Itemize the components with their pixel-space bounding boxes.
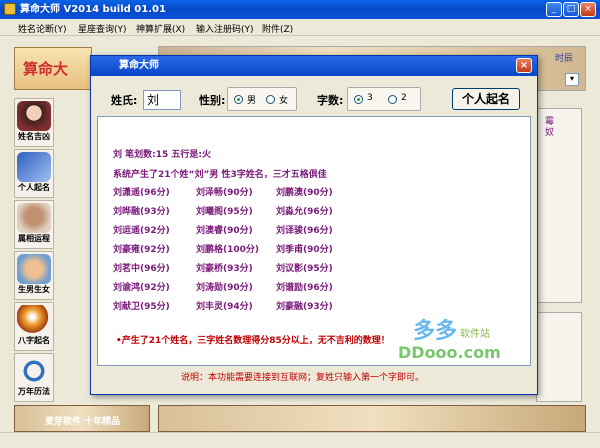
watermark-logo: 多多 (413, 319, 458, 344)
name-results-panel: 刘 笔划数:15 五行是:火 系统产生了21个姓“刘”男 性3字姓名，三才五格俱… (97, 116, 531, 366)
chars-2-label: 2 (401, 93, 407, 103)
surname-label: 姓氏: (111, 94, 138, 107)
app-icon (4, 3, 16, 15)
window-title: 算命大师 V2014 build 01.01 (20, 4, 166, 15)
gender-female-label: 女 (279, 96, 289, 106)
chars-label: 字数: (317, 94, 344, 107)
hour-label: 时辰 (555, 54, 574, 64)
chars-3-radio[interactable] (354, 95, 363, 104)
sidebar-item-label: 姓名吉凶 (18, 132, 50, 141)
minimize-button[interactable]: _ (546, 2, 562, 17)
generate-names-button[interactable]: 个人起名 (452, 88, 520, 110)
sidebar-item-label: 万年历法 (18, 387, 50, 396)
sidebar: 姓名吉凶 个人起名 属相运程 生男生女 八字起名 万年历法 (14, 98, 54, 403)
menu-zodiac[interactable]: 星座查询(Y) (78, 22, 127, 35)
sidebar-item-zodiac-fortune[interactable]: 属相运程 (14, 200, 54, 249)
name-result: 刘献卫(95分) (113, 302, 170, 312)
sidebar-item-personal-naming[interactable]: 个人起名 (14, 149, 54, 198)
name-result: 刘曦阁(95分) (196, 207, 253, 217)
gender-male-radio[interactable] (234, 95, 243, 104)
sidebar-item-bazi-naming[interactable]: 八字起名 (14, 302, 54, 351)
name-result: 刘译骏(96分) (276, 226, 333, 236)
generation-summary: 系统产生了21个姓“刘”男 性3字姓名，三才五格俱佳 (113, 170, 327, 180)
dialog-title-bar: 算命大师 × (91, 56, 537, 76)
naming-form: 姓氏: 刘 性别: 男 女 字数: 3 2 个人起名 (91, 76, 537, 118)
bottom-strip-right (158, 405, 586, 432)
bottom-strip-left: 麦芽软件 十年精品 (14, 405, 150, 432)
name-result: 刘鹏澳(90分) (276, 188, 333, 198)
dialog-title: 算命大师 (119, 60, 159, 71)
chars-3-label: 3 (367, 93, 373, 103)
sidebar-item-perpetual-calendar[interactable]: 万年历法 (14, 353, 54, 402)
slogan-text: 麦芽软件 十年精品 (45, 417, 121, 427)
name-result: 刘茗中(96分) (113, 264, 170, 274)
status-bar (0, 432, 600, 448)
naming-dialog: 算命大师 × 姓氏: 刘 性别: 男 女 字数: 3 2 个人起名 刘 笔划数:… (90, 55, 538, 395)
window-title-bar: 算命大师 V2014 build 01.01 (0, 0, 600, 19)
summary-note: •产生了21个姓名，三字姓名数理得分85分以上，无不吉利的数理！ (116, 336, 390, 346)
baby-icon (17, 254, 51, 284)
cat-zodiac-icon (17, 203, 51, 233)
menu-name-analysis[interactable]: 姓名论断(Y) (18, 22, 67, 35)
name-result: 刘涛勋(90分) (196, 283, 253, 293)
dialog-close-button[interactable]: × (516, 58, 532, 73)
chars-2-radio[interactable] (388, 95, 397, 104)
sidebar-item-label: 个人起名 (18, 183, 50, 192)
name-result: 刘谱励(96分) (276, 283, 333, 293)
menu-register[interactable]: 输入注册码(Y) (196, 22, 254, 35)
name-result: 刘豪雍(92分) (113, 245, 170, 255)
name-result: 刘淼允(96分) (276, 207, 333, 217)
name-result: 刘泽畅(90分) (196, 188, 253, 198)
name-result: 刘运遥(92分) (113, 226, 170, 236)
name-result: 刘潇遥(96分) (113, 188, 170, 198)
gender-female-radio[interactable] (266, 95, 275, 104)
surname-input[interactable]: 刘 (143, 90, 181, 110)
right-panel: 霉 奴 (536, 108, 582, 303)
sidebar-item-label: 属相运程 (18, 234, 50, 243)
surname-info: 刘 笔划数:15 五行是:火 (113, 150, 211, 160)
maximize-button[interactable]: □ (563, 2, 579, 17)
sidebar-item-label: 八字起名 (18, 336, 50, 345)
sidebar-item-gender-prediction[interactable]: 生男生女 (14, 251, 54, 300)
lady-portrait-icon (17, 101, 51, 131)
gender-male-label: 男 (247, 96, 257, 106)
app-banner: 算命大 (14, 47, 92, 90)
hour-dropdown[interactable]: ▾ (565, 73, 579, 86)
notebook-pen-icon (17, 152, 51, 182)
gender-radio-group: 男 女 (227, 87, 297, 111)
menu-attachments[interactable]: 附件(Z) (262, 22, 293, 35)
dialog-footer-note: 说明：本功能需要连接到互联网；复姓只输入第一个字即可。 (181, 373, 425, 383)
chars-radio-group: 3 2 (347, 87, 421, 111)
window-close-button[interactable]: × (580, 2, 596, 17)
name-result: 刘议影(95分) (276, 264, 333, 274)
name-result: 刘豪融(93分) (276, 302, 333, 312)
calendar-ring-icon (17, 356, 51, 386)
sidebar-item-label: 生男生女 (18, 285, 50, 294)
right-panel-text: 霉 奴 (545, 117, 555, 138)
name-result: 刘季甫(90分) (276, 245, 333, 255)
name-result: 刘晔融(93分) (113, 207, 170, 217)
sidebar-item-name-fortune[interactable]: 姓名吉凶 (14, 98, 54, 147)
right-panel-lower (536, 312, 582, 402)
gender-label: 性别: (199, 94, 226, 107)
name-result: 刘谕鸿(92分) (113, 283, 170, 293)
name-result: 刘澳睿(90分) (196, 226, 253, 236)
name-result: 刘丰灵(94分) (196, 302, 253, 312)
menu-bar: 姓名论断(Y) 星座查询(Y) 神算扩展(X) 输入注册码(Y) 附件(Z) (0, 19, 600, 36)
watermark-site: DDooo.com (398, 343, 501, 362)
menu-extensions[interactable]: 神算扩展(X) (136, 22, 185, 35)
name-result: 刘鹏格(100分) (196, 245, 260, 255)
crystal-ball-icon (17, 305, 51, 335)
watermark-site-cn: 软件站 (460, 329, 490, 340)
name-result: 刘豪桥(93分) (196, 264, 253, 274)
